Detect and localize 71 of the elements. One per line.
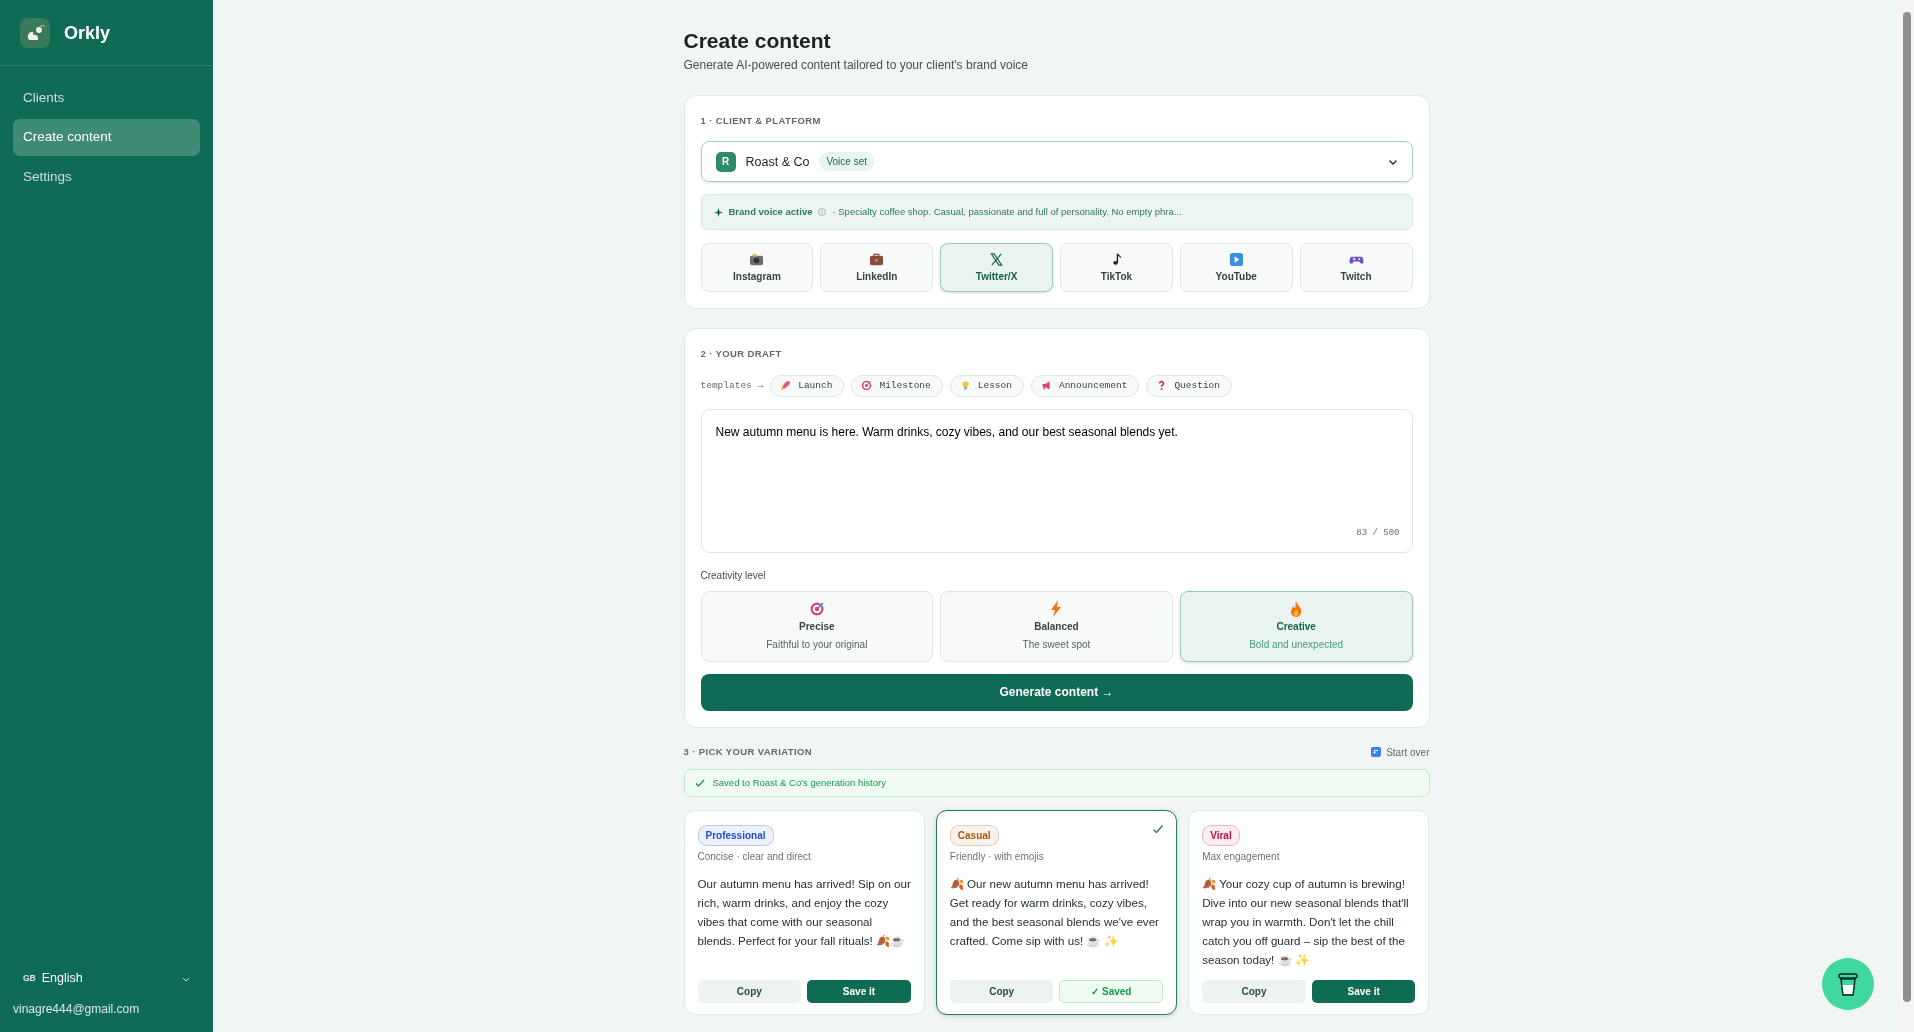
copy-button[interactable]: Copy [949,979,1054,1003]
check-icon [694,777,705,788]
x-logo-icon [989,251,1005,267]
templates-label: templates → [700,378,764,393]
user-email: vinagre444@gmail.com [13,1001,141,1018]
nav-item[interactable]: Settings [13,158,200,195]
creativity-option[interactable]: Balanced The sweet spot [940,590,1173,662]
save-button[interactable]: ✓ Saved [1059,979,1164,1003]
brand-voice-text: · Specialty coffee shop. Casual, passionate and full of personality. No empty phra... [832,205,1182,220]
check-icon [1152,822,1165,835]
section-heading: 1 · CLIENT & PLATFORM [700,114,822,129]
variation-text: 🍂 Your cozy cup of autumn is brewing! Dive into our new seasonal blends that'll wrap you in warmth. Don't let the chill catch you off guard – sip the best of the season today! ☕ ✨ [1202,875,1410,968]
variation-subtitle: Friendly · with emojis [949,849,1045,864]
template-chip[interactable]: Milestone [851,374,943,397]
nav-item[interactable]: Create content [13,119,200,156]
target-icon [861,380,873,392]
brand-name: Orkly [64,21,111,45]
platform-button[interactable]: YouTube [1179,243,1293,293]
creativity-label: Creativity level [700,568,767,583]
creativity-option[interactable]: Precise Faithful to your original [700,590,934,662]
variation-tag: Casual [949,824,999,846]
generate-button[interactable]: Generate content → [700,673,1413,711]
voice-badge: Voice set [819,152,874,172]
section-heading: 3 · PICK YOUR VARIATION [683,745,813,760]
save-button[interactable]: Save it [807,979,911,1003]
page-subtitle: Generate AI-powered content tailored to your client's brand voice [683,57,1029,75]
variation-text: 🍂 Our new autumn menu has arrived! Get ready for warm drinks, cozy vibes, and the best seasonal blends we've ever crafted. Come sip with us! ☕ ✨ [949,875,1160,949]
variation-subtitle: Concise · clear and direct [697,849,812,864]
variation-card[interactable] [1188,809,1430,1015]
template-chip[interactable]: Announcement [1030,374,1140,397]
template-chip[interactable]: Question [1146,374,1232,397]
client-select[interactable]: R Roast & Co Voice set [700,141,1413,183]
coffee-cup-icon [1836,970,1860,998]
saved-notice-text: Saved to Roast & Co's generation history [712,775,886,790]
client-name: Roast & Co [745,153,810,171]
platform-button[interactable]: TikTok [1060,243,1173,293]
return-arrow-icon [1371,747,1382,758]
target-icon [808,600,825,618]
variation-text: Our autumn menu has arrived! Sip on our rich, warm drinks, and enjoy the cozy vibes that come with our seasonal blends. Perfect for your fall rituals! 🍂☕ [697,875,911,949]
template-chip[interactable]: Lesson [949,374,1024,397]
variation-card[interactable]: Casual Friendly · with emojis 🍂 Our new autumn menu has arrived! Get ready for warm drinks, cozy vibes, and the best seasonal blends we've ever crafted. Come sip with us! ☕ ✨ Copy ✓ Saved [935,809,1178,1015]
coffee-cup-button[interactable] [1822,958,1874,1010]
copy-button[interactable]: Copy [1202,979,1306,1003]
template-chip[interactable]: Launch [770,374,845,397]
start-over-button[interactable]: Start over [1371,744,1430,760]
play-icon [1228,251,1244,267]
light-bulb-icon [959,380,971,392]
platform-button[interactable]: Instagram [700,243,814,293]
info-icon [818,208,827,217]
camera-icon [749,251,765,267]
variation-tag: Viral [1202,824,1240,846]
platform-button[interactable]: Twitch [1299,243,1413,293]
variation-card[interactable] [683,809,925,1015]
sparkle-icon [713,207,723,217]
section-heading: 2 · YOUR DRAFT [700,347,783,362]
megaphone-icon [1040,380,1052,392]
language-selector[interactable]: GB English [13,963,200,994]
copy-button[interactable]: Copy [697,979,802,1003]
briefcase-icon [869,251,885,267]
platform-button[interactable]: Twitter/X [940,243,1053,293]
rocket-icon [780,380,792,392]
brand-voice-label: Brand voice active [728,205,813,220]
nav-item[interactable]: Clients [13,80,200,117]
page-title: Create content [683,28,832,54]
variation-subtitle: Max engagement [1202,849,1281,864]
save-button[interactable]: Save it [1311,979,1416,1003]
client-avatar: R [715,151,736,172]
variation-tag: Professional [697,824,774,846]
creativity-option[interactable]: Creative Bold and unexpected [1179,590,1413,662]
platform-button[interactable]: LinkedIn [820,243,934,293]
character-counter: 83 / 500 [1356,527,1400,541]
